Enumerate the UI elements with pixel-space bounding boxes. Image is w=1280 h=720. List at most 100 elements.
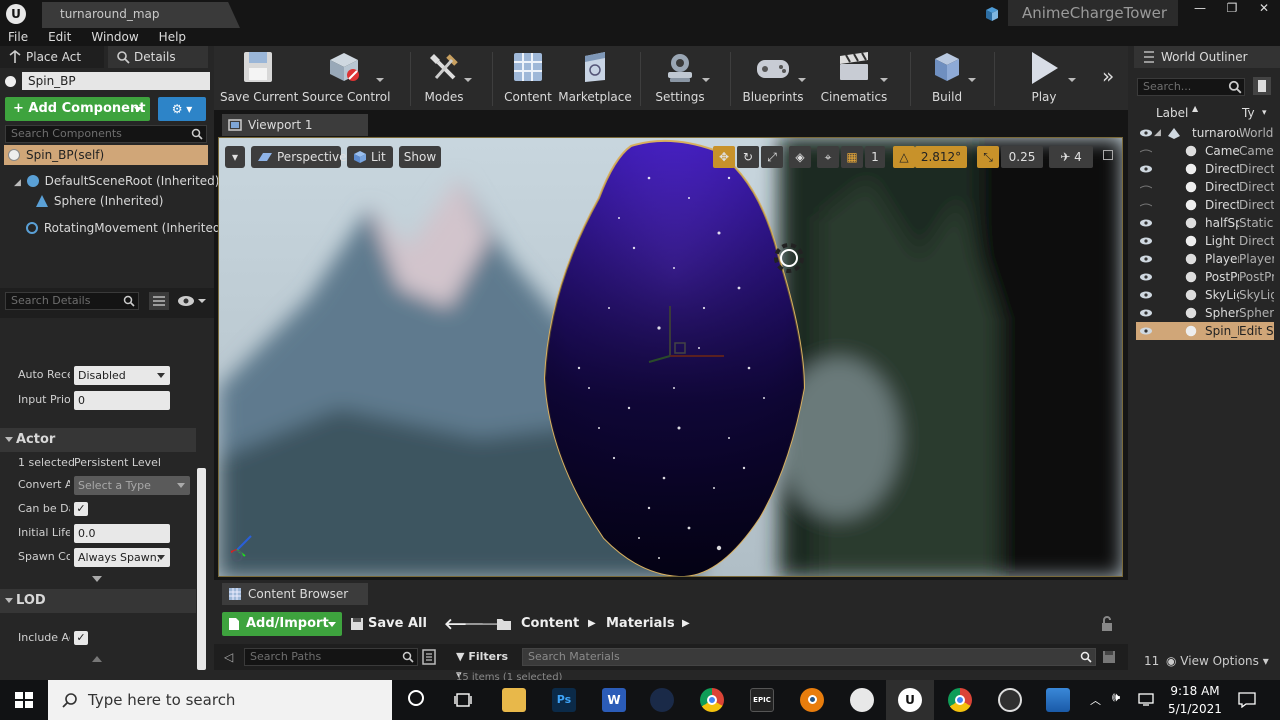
system-tray-chevron-icon[interactable]: ︿	[1090, 692, 1101, 708]
build-button[interactable]: Build	[916, 50, 978, 108]
app-icon[interactable]	[850, 688, 874, 712]
maximize-viewport-icon[interactable]	[1103, 150, 1113, 160]
outliner-add-icon[interactable]	[1252, 76, 1272, 96]
outliner-row[interactable]: Spin_EEdit S	[1136, 322, 1274, 340]
grid-snap-value[interactable]: 1	[865, 146, 885, 168]
add-component-button[interactable]: + Add Component	[5, 97, 150, 121]
eye-icon[interactable]	[1140, 255, 1152, 263]
camera-speed-button[interactable]: ✈ 4	[1049, 146, 1093, 168]
world-local-toggle[interactable]: ◈	[789, 146, 811, 168]
outliner-row[interactable]: DirectDirecti	[1136, 196, 1274, 214]
save-current-button[interactable]: Save Current	[220, 50, 298, 108]
search-details-input[interactable]: Search Details	[5, 292, 139, 310]
outliner-row[interactable]: DirectDirecti	[1136, 160, 1274, 178]
photoshop-icon[interactable]: Ps	[552, 688, 576, 712]
taskbar-clock[interactable]: 9:18 AM 5/1/2021	[1160, 682, 1230, 718]
breadcrumb-materials[interactable]: Materials	[606, 612, 675, 636]
eye-icon[interactable]	[1140, 201, 1152, 209]
auto-receive-dropdown[interactable]: Disabled	[74, 366, 170, 385]
tab-details[interactable]: Details	[108, 46, 208, 68]
marketplace-button[interactable]: Marketplace	[558, 50, 632, 108]
details-scrollbar[interactable]	[197, 468, 206, 670]
eye-icon[interactable]	[1140, 237, 1152, 245]
viewport-scene[interactable]	[219, 138, 1123, 577]
word-icon[interactable]: W	[602, 688, 626, 712]
property-matrix-icon[interactable]	[148, 291, 170, 311]
eye-icon[interactable]	[1140, 219, 1152, 227]
play-button[interactable]: Play	[1010, 50, 1078, 108]
menu-window[interactable]: Window	[91, 28, 138, 46]
eye-icon[interactable]	[1140, 129, 1152, 137]
viewport-options-button[interactable]: ▾	[225, 146, 245, 168]
rotation-snap-toggle[interactable]: △	[893, 146, 915, 168]
lit-button[interactable]: Lit	[347, 146, 393, 168]
eye-icon[interactable]	[1140, 309, 1152, 317]
start-button[interactable]	[0, 680, 48, 720]
close-button[interactable]: ✕	[1248, 0, 1280, 18]
outliner-row[interactable]: PostPr PostPr	[1136, 268, 1274, 286]
component-self-row[interactable]: Spin_BP(self)	[4, 145, 208, 165]
source-control-button[interactable]: Source Control	[302, 50, 390, 108]
grid-snap-toggle[interactable]: ▦	[841, 146, 863, 168]
world-outliner-tab[interactable]: World Outliner	[1134, 46, 1280, 68]
scale-mode-button[interactable]: ⤢	[761, 146, 783, 168]
collapse-sources-icon[interactable]: ◁	[224, 648, 238, 666]
outliner-column-type[interactable]: Ty	[1242, 104, 1255, 122]
viewport-tab[interactable]: Viewport 1	[222, 114, 368, 136]
search-materials-input[interactable]: Search Materials	[522, 648, 1096, 666]
rotation-snap-value[interactable]: 2.812°	[915, 146, 967, 168]
surface-snap-button[interactable]: ⌖	[817, 146, 839, 168]
include-actor-checkbox[interactable]: ✓	[74, 631, 88, 645]
scale-snap-value[interactable]: 0.25	[1001, 146, 1043, 168]
outliner-column-label[interactable]: Label	[1156, 104, 1188, 122]
view-options-button[interactable]: ◉ View Options ▾	[1166, 652, 1269, 670]
search-components-input[interactable]: Search Components	[5, 125, 207, 143]
show-button[interactable]: Show	[399, 146, 441, 168]
actor-section-header[interactable]: Actor	[0, 428, 196, 452]
filters-button[interactable]: ▼ Filters ▾	[450, 648, 516, 681]
breadcrumb-content[interactable]: Content	[521, 612, 579, 636]
convert-actor-dropdown[interactable]: Select a Type	[74, 476, 190, 495]
column-options-icon[interactable]: ▾	[1262, 104, 1267, 122]
toolbar-overflow-button[interactable]: »	[1102, 64, 1114, 88]
level-viewport[interactable]: ▾ Perspective Lit Show ✥ ↻ ⤢ ◈ ⌖ ▦ 1 △ 2…	[218, 137, 1123, 577]
perspective-button[interactable]: Perspective	[251, 146, 347, 168]
tree-item-default-scene-root[interactable]: ◢ DefaultSceneRoot (Inherited)	[14, 171, 219, 191]
outliner-row[interactable]: CamerCamer	[1136, 142, 1274, 160]
task-view-icon[interactable]	[454, 691, 472, 709]
rotate-mode-button[interactable]: ↻	[737, 146, 759, 168]
search-paths-input[interactable]: Search Paths	[244, 648, 418, 666]
obs-icon[interactable]	[998, 688, 1022, 712]
outliner-row[interactable]: Player Player	[1136, 250, 1274, 268]
scale-snap-toggle[interactable]: ⤡	[977, 146, 999, 168]
add-import-button[interactable]: Add/Import	[222, 612, 342, 636]
eye-icon[interactable]	[1140, 327, 1152, 335]
chrome-icon[interactable]	[948, 688, 972, 712]
blueprint-options-button[interactable]: ⚙ ▾	[158, 97, 206, 121]
eye-icon[interactable]	[1140, 273, 1152, 281]
modes-button[interactable]: Modes	[414, 50, 474, 108]
tab-place-actors[interactable]: Place Act	[0, 46, 104, 68]
cortana-icon[interactable]	[408, 690, 424, 706]
outliner-world-row[interactable]: ◢ turnarou World	[1136, 124, 1274, 142]
eye-icon[interactable]	[1140, 183, 1152, 191]
input-priority-field[interactable]: 0	[74, 391, 170, 410]
menu-file[interactable]: File	[8, 28, 28, 46]
lod-section-header[interactable]: LOD	[0, 589, 196, 613]
tree-item-sphere[interactable]: Sphere (Inherited)	[36, 191, 163, 211]
expand-advanced-icon[interactable]	[92, 576, 102, 582]
visibility-eye-icon[interactable]	[176, 292, 206, 310]
photos-icon[interactable]	[1046, 688, 1070, 712]
blueprints-button[interactable]: Blueprints	[738, 50, 808, 108]
outliner-row[interactable]: halfSp Static	[1136, 214, 1274, 232]
settings-button[interactable]: Settings	[648, 50, 712, 108]
outliner-row[interactable]: DirectDirecti	[1136, 178, 1274, 196]
spawn-collision-dropdown[interactable]: Always Spawn,	[74, 548, 170, 567]
save-all-button[interactable]: Save All	[350, 612, 427, 636]
outliner-row[interactable]: Light :Directi	[1136, 232, 1274, 250]
volume-icon[interactable]: 🕪	[1112, 690, 1120, 705]
blender-icon[interactable]	[800, 688, 824, 712]
initial-life-span-field[interactable]: 0.0	[74, 524, 170, 543]
translate-mode-button[interactable]: ✥	[713, 146, 735, 168]
maximize-button[interactable]: ❐	[1216, 0, 1248, 18]
